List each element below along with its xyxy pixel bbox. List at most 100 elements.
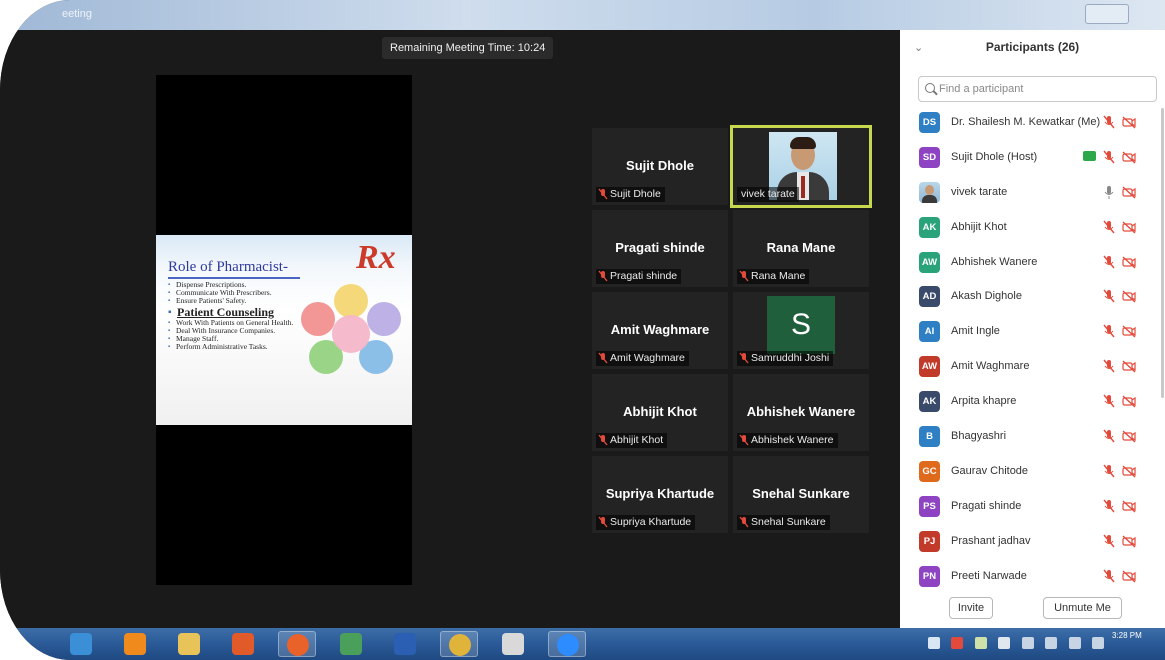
taskbar-app-button[interactable] [62,631,100,657]
participant-row[interactable]: PS Pragati shinde [900,489,1160,524]
video-tile-label: Pragati shinde [596,269,682,284]
participant-row[interactable]: AW Amit Waghmare [900,349,1160,384]
video-tile[interactable]: S Samruddhi Joshi [733,292,869,369]
participant-row[interactable]: vivek tarate [900,175,1160,210]
firefox-icon [287,634,309,656]
slide-title-underline [168,277,300,279]
video-tile[interactable]: Rana Mane Rana Mane [733,210,869,287]
participant-row[interactable]: SD Sujit Dhole (Host) [900,140,1160,175]
video-off-icon [1122,463,1136,479]
video-tile[interactable]: Abhishek Wanere Abhishek Wanere [733,374,869,451]
video-tile-label: Sujit Dhole [596,187,665,202]
participant-row[interactable]: PJ Prashant jadhav [900,524,1160,559]
participant-list: DS Dr. Shailesh M. Kewatkar (Me) SD Sujit D… [900,105,1160,593]
slide-highlight: Patient Counseling [168,305,302,320]
keyboard-icon[interactable] [1021,637,1034,649]
zoom-icon [557,634,579,656]
battery-icon[interactable] [1045,637,1058,649]
video-tile[interactable]: Pragati shinde Pragati shinde [592,210,728,287]
video-tile-label-text: Supriya Khartude [610,516,692,528]
taskbar-app-button[interactable] [278,631,316,657]
media-player-icon [232,633,254,655]
meeting-timer: Remaining Meeting Time: 10:24 [382,37,554,59]
file-explorer-icon [178,633,200,655]
participant-list-scrollbar[interactable] [1161,108,1164,398]
participant-row[interactable]: B Bhagyashri [900,419,1160,454]
video-tile-active-speaker[interactable]: vivek tarate [730,125,872,208]
participant-avatar: PJ [919,530,940,552]
video-tile-name: Sujit Dhole [626,158,694,173]
video-off-icon [1122,184,1136,200]
video-tile-label-text: vivek tarate [741,188,795,200]
vlc-icon [124,633,146,655]
video-off-icon [1122,358,1136,374]
participant-row[interactable]: AI Amit Ingle [900,314,1160,349]
participant-name: Sujit Dhole (Host) [951,150,1038,163]
taskbar-app-button[interactable] [548,631,586,657]
unmute-me-button[interactable]: Unmute Me [1043,597,1122,619]
desktop-screen: eeting Remaining Meeting Time: 10:24 Rol… [0,0,1165,660]
participant-name: Arpita khapre [951,395,1017,408]
taskbar-app-button[interactable] [116,631,154,657]
participant-row[interactable]: AK Arpita khapre [900,384,1160,419]
participant-name: Bhagyashri [951,430,1007,443]
participants-panel: ⌄ Participants (26) Find a participant D… [900,30,1165,628]
slide-title: Role of Pharmacist- [168,259,288,275]
mic-muted-icon [739,270,749,282]
video-tile[interactable]: Abhijit Khot Abhijit Khot [592,374,728,451]
display-icon[interactable] [1092,637,1105,649]
taskbar-app-button[interactable] [170,631,208,657]
video-tile[interactable]: Snehal Sunkare Snehal Sunkare [733,456,869,533]
participant-avatar: B [919,426,940,448]
mic-muted-icon [1102,533,1116,549]
taskbar-app-button[interactable] [440,631,478,657]
window-minimize-button[interactable] [1085,4,1129,24]
search-icon [925,83,935,93]
network-icon[interactable] [974,637,987,649]
participant-row[interactable]: DS Dr. Shailesh M. Kewatkar (Me) [900,105,1160,140]
video-off-icon [1122,568,1136,584]
participant-row[interactable]: GC Gaurav Chitode [900,454,1160,489]
flag-icon[interactable] [1068,637,1081,649]
participant-name: Abhijit Khot [951,220,1007,233]
mic-muted-icon [1102,568,1116,584]
participant-avatar: SD [919,146,940,168]
invite-button[interactable]: Invite [949,597,993,619]
video-tile[interactable]: Sujit Dhole Sujit Dhole [592,128,728,205]
taskbar-app-button[interactable] [386,631,424,657]
chrome-icon [449,634,471,656]
participant-row[interactable]: AK Abhijit Khot [900,210,1160,245]
participant-avatar: AW [919,356,940,378]
participant-name: Amit Waghmare [951,360,1030,373]
mic-muted-icon [1102,463,1116,479]
video-tile-label: Abhijit Khot [596,433,668,448]
video-tile-label: Snehal Sunkare [737,515,830,530]
participant-avatar: AD [919,286,940,308]
video-tile-label-text: Amit Waghmare [610,352,685,364]
participant-row[interactable]: AW Abhishek Wanere [900,245,1160,280]
participant-row[interactable]: PN Preeti Narwade [900,559,1160,594]
participant-row[interactable]: AD Akash Dighole [900,279,1160,314]
participant-avatar: AK [919,391,940,413]
taskbar-app-button[interactable] [332,631,370,657]
video-tile-name: Supriya Khartude [605,486,715,501]
video-tile[interactable]: Amit Waghmare Amit Waghmare [592,292,728,369]
taskbar-app-button[interactable] [224,631,262,657]
participant-name: Abhishek Wanere [951,255,1038,268]
participant-search-input[interactable]: Find a participant [918,76,1157,102]
word-icon [394,633,416,655]
zoom-tray-icon[interactable] [928,637,940,649]
video-tile[interactable]: Supriya Khartude Supriya Khartude [592,456,728,533]
participant-avatar: PS [919,495,940,517]
search-tray-icon[interactable] [951,637,964,649]
taskbar-app-button[interactable] [494,631,532,657]
participants-title: Participants (26) [985,40,1080,54]
mic-muted-icon [598,352,608,364]
taskbar-clock[interactable]: 3:28 PM [1112,631,1142,641]
video-tile-name: Abhishek Wanere [746,404,856,419]
video-tile-label-text: Samruddhi Joshi [751,352,830,364]
mic-muted-icon [1102,498,1116,514]
volume-icon[interactable] [998,637,1011,649]
rx-logo: Rx [356,239,396,276]
video-tile-label-text: Rana Mane [751,270,806,282]
